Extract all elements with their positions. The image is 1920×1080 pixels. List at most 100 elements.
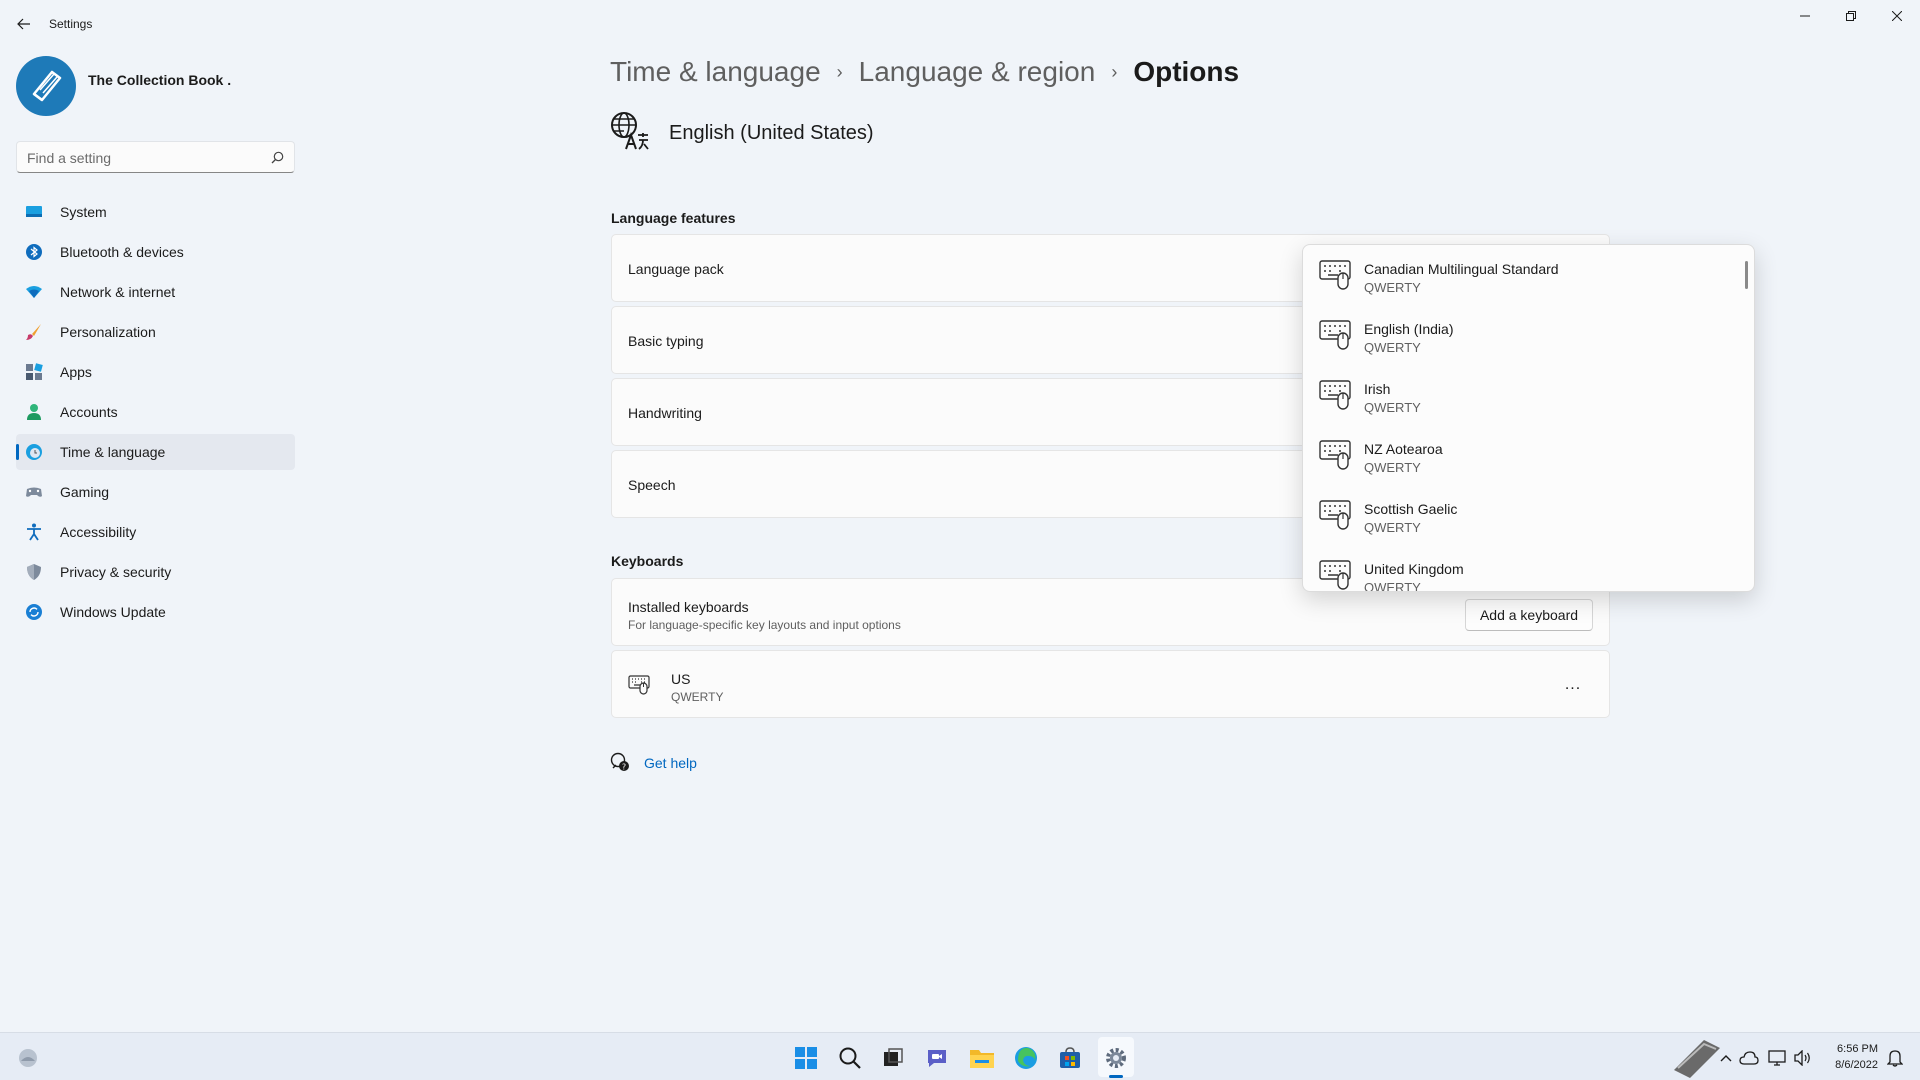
installed-keyboards-description: For language-specific key layouts and in… — [628, 618, 901, 632]
store-icon — [1060, 1047, 1080, 1068]
sidebar-item-gaming[interactable]: Gaming — [16, 474, 295, 510]
active-app-indicator — [1109, 1075, 1123, 1078]
search-box[interactable] — [16, 141, 295, 173]
list-item[interactable]: United Kingdom QWERTY — [1303, 545, 1743, 592]
user-profile[interactable]: The Collection Book . — [16, 56, 296, 120]
chat-icon — [928, 1050, 946, 1067]
keyboard-option-name: English (India) — [1364, 321, 1454, 337]
close-icon — [1892, 11, 1902, 21]
edge-icon — [1015, 1047, 1037, 1069]
network-icon — [1768, 1050, 1786, 1066]
search-icon — [839, 1047, 861, 1069]
taskbar-edge-button[interactable] — [1013, 1045, 1039, 1071]
list-item[interactable]: Scottish Gaelic QWERTY — [1303, 485, 1743, 545]
keyboard-option-layout: QWERTY — [1364, 280, 1421, 295]
restore-icon — [1846, 11, 1856, 21]
restore-button[interactable] — [1828, 4, 1874, 28]
list-item[interactable]: English (India) QWERTY — [1303, 305, 1743, 365]
sidebar-item-label: Network & internet — [60, 284, 176, 300]
keyboard-icon — [1319, 260, 1351, 290]
list-item[interactable]: Canadian Multilingual Standard QWERTY — [1303, 245, 1743, 305]
volume-icon — [1794, 1050, 1810, 1066]
time-language-icon — [26, 444, 42, 460]
add-keyboard-button[interactable]: Add a keyboard — [1465, 599, 1593, 631]
sidebar-item-label: Privacy & security — [60, 564, 172, 580]
sidebar-item-label: Accessibility — [60, 524, 137, 540]
back-button[interactable] — [10, 12, 38, 36]
accessibility-icon — [27, 523, 41, 541]
minimize-icon — [1800, 15, 1810, 17]
notification-bell-icon — [1887, 1050, 1903, 1067]
chevron-up-icon — [1720, 1055, 1732, 1062]
sidebar-item-personalization[interactable]: Personalization — [16, 314, 295, 350]
keyboard-us-card: US QWERTY ... — [611, 650, 1610, 718]
sidebar-item-windows-update[interactable]: Windows Update — [16, 594, 295, 630]
sidebar-item-label: Gaming — [60, 484, 110, 500]
list-item[interactable]: Irish QWERTY — [1303, 365, 1743, 425]
settings-icon — [1106, 1048, 1126, 1068]
sidebar-item-label: Bluetooth & devices — [60, 244, 184, 260]
sidebar-nav: System Bluetooth & devices Network & int… — [16, 194, 295, 634]
system-icon — [26, 206, 42, 217]
keyboard-option-name: United Kingdom — [1364, 561, 1464, 577]
keyboard-option-layout: QWERTY — [1364, 400, 1421, 415]
bluetooth-icon — [26, 244, 42, 260]
widgets-button[interactable] — [14, 1047, 42, 1069]
taskbar-task-view-button[interactable] — [880, 1045, 906, 1071]
keyboard-option-layout: QWERTY — [1364, 580, 1421, 592]
keyboard-option-name: Irish — [1364, 381, 1391, 397]
keyboard-name: US — [671, 671, 691, 687]
wifi-icon — [26, 286, 42, 298]
taskbar-file-explorer-button[interactable] — [969, 1045, 995, 1071]
gaming-icon — [26, 487, 42, 497]
sidebar-item-bluetooth[interactable]: Bluetooth & devices — [16, 234, 295, 270]
keyboard-icon — [1319, 320, 1351, 350]
notifications-button[interactable] — [1884, 1045, 1906, 1071]
tray-time[interactable]: 6:56 PM — [1828, 1043, 1878, 1055]
get-help-link[interactable]: Get help — [644, 755, 697, 771]
widgets-icon — [19, 1049, 37, 1067]
tray-volume-button[interactable] — [1792, 1045, 1814, 1071]
sidebar-item-network[interactable]: Network & internet — [16, 274, 295, 310]
minimize-button[interactable] — [1782, 4, 1828, 28]
list-item[interactable]: NZ Aotearoa QWERTY — [1303, 425, 1743, 485]
shield-icon — [27, 564, 41, 580]
flyout-scrollbar[interactable] — [1745, 261, 1748, 289]
sidebar-item-label: Apps — [60, 364, 92, 380]
sidebar-item-system[interactable]: System — [16, 194, 295, 230]
more-options-button[interactable]: ... — [1557, 671, 1589, 699]
speech-label: Speech — [628, 477, 676, 493]
sidebar-item-accounts[interactable]: Accounts — [16, 394, 295, 430]
sidebar-item-apps[interactable]: Apps — [16, 354, 295, 390]
apps-icon — [26, 363, 43, 380]
taskbar-chat-button[interactable] — [924, 1045, 950, 1071]
tray-date[interactable]: 8/6/2022 — [1822, 1059, 1878, 1071]
avatar — [16, 56, 76, 116]
basic-typing-label: Basic typing — [628, 333, 704, 349]
tray-overflow-button[interactable] — [1718, 1045, 1734, 1071]
taskbar-store-button[interactable] — [1057, 1045, 1083, 1071]
sidebar-item-label: Accounts — [60, 404, 118, 420]
tray-onedrive-button[interactable] — [1738, 1045, 1760, 1071]
chevron-right-icon: › — [836, 61, 843, 82]
breadcrumb-time-language[interactable]: Time & language — [610, 56, 821, 88]
start-icon — [795, 1047, 817, 1069]
book-logo-icon — [1674, 1040, 1720, 1078]
taskbar-settings-button[interactable] — [1103, 1045, 1129, 1071]
sidebar-item-label: System — [60, 204, 107, 220]
language-title: English (United States) — [669, 122, 874, 144]
sidebar-item-accessibility[interactable]: Accessibility — [16, 514, 295, 550]
sidebar-item-privacy[interactable]: Privacy & security — [16, 554, 295, 590]
svg-text:?: ? — [622, 763, 626, 772]
back-arrow-icon — [17, 18, 30, 30]
app-title: Settings — [49, 17, 93, 31]
tray-network-button[interactable] — [1766, 1045, 1788, 1071]
language-pack-label: Language pack — [628, 261, 724, 277]
taskbar-start-button[interactable] — [793, 1045, 819, 1071]
taskbar-search-button[interactable] — [837, 1045, 863, 1071]
sidebar-item-time-language[interactable]: Time & language — [16, 434, 295, 470]
breadcrumb-language-region[interactable]: Language & region — [859, 56, 1096, 88]
search-input[interactable] — [27, 148, 257, 168]
close-button[interactable] — [1874, 4, 1920, 28]
file-explorer-icon — [970, 1050, 994, 1068]
